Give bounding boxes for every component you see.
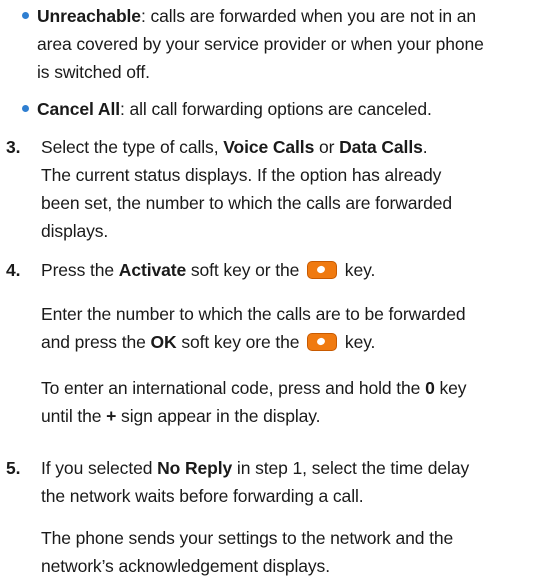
step-4-p3-pre: To enter an international code, press an… (41, 378, 426, 398)
step-5-paragraph-2: The phone sends your settings to the net… (41, 524, 533, 580)
option-data-calls: Data Calls (339, 137, 423, 157)
step-4-body: Press the Activate soft key or the key. (41, 256, 533, 284)
step-4-text-post: key. (340, 260, 376, 280)
step-5-text-pre: If you selected (41, 458, 158, 478)
step-3-number: 3. (6, 137, 21, 157)
step-4-p2-line1: Enter the number to which the calls are … (41, 304, 466, 324)
step-3-line4: displays. (41, 221, 109, 241)
bullet-dot-icon (22, 105, 29, 112)
step-4-p2-pre: and press the (41, 332, 151, 352)
bullet-unreachable: Unreachable: calls are forwarded when yo… (22, 2, 527, 86)
bullet-unreachable-line2: area covered by your service provider or… (37, 34, 484, 54)
bullet-cancel-all-text: : all call forwarding options are cancel… (119, 99, 432, 119)
step-3-text-mid: or (314, 137, 340, 157)
step-4-number: 4. (6, 260, 21, 280)
zero-key: 0 (425, 378, 435, 398)
step-5-line1: If you selected No Reply in step 1, sele… (41, 454, 533, 482)
manual-page: Unreachable: calls are forwarded when yo… (0, 0, 538, 580)
bullet-unreachable-line3: is switched off. (37, 62, 150, 82)
plus-sign: + (106, 406, 117, 426)
step-5-number: 5. (6, 458, 21, 478)
step-5-p2-line2: network’s acknowledgement displays. (41, 556, 330, 576)
step-5-text-post: in step 1, select the time delay (232, 458, 470, 478)
step-4-paragraph-2: Enter the number to which the calls are … (41, 300, 533, 356)
step-4-p2-mid: soft key ore the (176, 332, 305, 352)
step-4-p3-line2-post: sign appear in the display. (116, 406, 321, 426)
bullet-cancel-all: Cancel All: all call forwarding options … (22, 95, 527, 123)
step-3-line1: Select the type of calls, Voice Calls or… (41, 133, 533, 161)
step-5-p2-line1: The phone sends your settings to the net… (41, 528, 454, 548)
bullet-unreachable-text: : calls are forwarded when you are not i… (140, 6, 477, 26)
step-4-line1: Press the Activate soft key or the key. (41, 256, 533, 284)
send-key-icon (307, 261, 338, 279)
step-4-p3-line1: To enter an international code, press an… (41, 374, 533, 402)
activate-soft-key: Activate (118, 260, 187, 280)
step-3-text-end: . (422, 137, 428, 157)
step-4-p3-line2-pre: until the (41, 406, 107, 426)
step-5-body: If you selected No Reply in step 1, sele… (41, 454, 533, 510)
bullet-dot-icon (22, 12, 29, 19)
step-4-p2-post: key. (340, 332, 376, 352)
option-voice-calls: Voice Calls (223, 137, 315, 157)
step-4-text-mid: soft key or the (186, 260, 305, 280)
step-3-line2: The current status displays. If the opti… (41, 165, 442, 185)
bullet-cancel-all-line1: Cancel All: all call forwarding options … (37, 95, 527, 123)
step-4-p3-line2: until the + sign appear in the display. (41, 402, 533, 430)
step-4-paragraph-3: To enter an international code, press an… (41, 374, 533, 430)
step-4-p2-line2: and press the OK soft key ore the key. (41, 328, 533, 356)
term-unreachable: Unreachable (37, 6, 141, 26)
step-3-body: Select the type of calls, Voice Calls or… (41, 133, 533, 245)
step-5-line2: the network waits before forwarding a ca… (41, 486, 364, 506)
no-reply-option: No Reply (157, 458, 233, 478)
ok-soft-key: OK (150, 332, 177, 352)
step-3-text-pre: Select the type of calls, (41, 137, 224, 157)
step-3-line3: been set, the number to which the calls … (41, 193, 453, 213)
term-cancel-all: Cancel All (37, 99, 120, 119)
send-key-icon (307, 333, 338, 351)
step-4-p3-post: key (434, 378, 467, 398)
step-4-text-pre: Press the (41, 260, 119, 280)
bullet-unreachable-line1: Unreachable: calls are forwarded when yo… (37, 2, 527, 30)
